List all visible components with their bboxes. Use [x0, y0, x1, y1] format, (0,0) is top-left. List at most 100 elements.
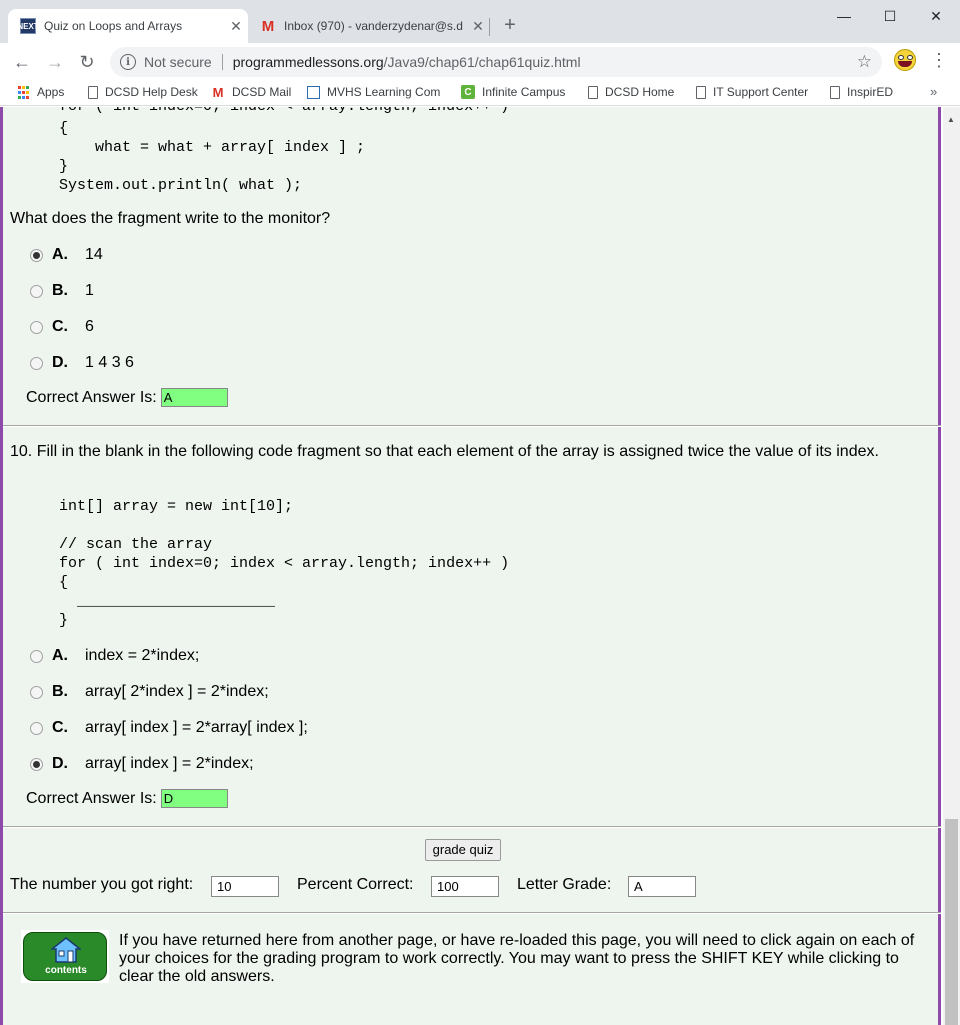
radio-button[interactable] [30, 649, 43, 663]
code-blank: ______________________ [59, 593, 276, 610]
bookmark-label: IT Support Center [713, 85, 809, 99]
back-arrow-icon[interactable]: ← [10, 50, 34, 74]
vertical-scrollbar[interactable]: ▲ [943, 107, 960, 1025]
option-letter: B. [52, 282, 68, 299]
gmail-icon: M [261, 17, 275, 35]
option-text: 1 4 3 6 [85, 354, 134, 371]
page-viewport: for ( int index=0; index < array.length;… [0, 107, 960, 1025]
bookmark-star-icon[interactable]: ☆ [857, 52, 872, 72]
security-label[interactable]: Not secure [144, 54, 212, 70]
letter-grade-field[interactable]: A [628, 876, 696, 897]
code-line: // scan the array [59, 536, 213, 553]
bookmark-dcsd-home[interactable]: DCSD Home [586, 85, 674, 99]
tab-title: Inbox (970) - vanderzydenar@s.d [284, 19, 463, 33]
option-letter: D. [52, 354, 68, 371]
info-icon[interactable]: i [120, 54, 136, 70]
bookmark-label: InspirED [847, 85, 894, 99]
radio-button[interactable] [30, 320, 43, 334]
url-path[interactable]: /Java9/chap61/chap61quiz.html [384, 54, 581, 70]
divider [3, 826, 941, 828]
maximize-button[interactable]: ☐ [867, 4, 913, 28]
option-letter: A. [52, 647, 68, 664]
bookmark-dcsd-mail[interactable]: M DCSD Mail [211, 85, 292, 100]
bookmark-label: DCSD Help Desk [105, 85, 198, 99]
option-letter: B. [52, 683, 68, 700]
code-line: what = what + array[ index ] ; [59, 139, 366, 156]
radio-button[interactable] [30, 685, 43, 699]
radio-button[interactable] [30, 757, 43, 771]
option-text: index = 2*index; [85, 647, 200, 664]
letter-grade-label: Letter Grade: [517, 876, 612, 893]
percent-field[interactable]: 100 [431, 876, 499, 897]
browser-toolbar: ← → ↻ i Not secure programmedlessons.org… [0, 43, 960, 80]
radio-button[interactable] [30, 721, 43, 735]
grade-quiz-button[interactable]: grade quiz [425, 839, 501, 861]
answer-field[interactable]: A [160, 388, 228, 407]
tab-inbox[interactable]: M Inbox (970) - vanderzydenar@s.d ✕ [250, 9, 490, 43]
q10-correct-answer: Correct Answer Is: D [26, 789, 228, 808]
q10-option-b[interactable]: B. array[ 2*index ] = 2*index; [30, 682, 269, 702]
answer-label: Correct Answer Is: [26, 388, 157, 406]
next-favicon-icon: NEXT [17, 18, 39, 34]
bookmark-mvhs-learning[interactable]: MVHS Learning Com [307, 85, 440, 99]
forward-arrow-icon[interactable]: → [43, 50, 67, 74]
page-icon [88, 85, 98, 99]
radio-button[interactable] [30, 248, 43, 262]
right-count-label: The number you got right: [10, 876, 194, 893]
answer-field[interactable]: D [160, 789, 228, 808]
code-line: } [59, 612, 69, 629]
divider [3, 912, 941, 914]
close-icon[interactable]: ✕ [466, 18, 490, 35]
q9-option-b[interactable]: B. 1 [30, 281, 94, 301]
percent-label: Percent Correct: [297, 876, 414, 893]
bookmark-it-support[interactable]: IT Support Center [694, 85, 808, 99]
close-icon[interactable]: ✕ [224, 18, 248, 35]
bookmarks-overflow-button[interactable]: » [930, 84, 937, 99]
q10-option-a[interactable]: A. index = 2*index; [30, 646, 199, 666]
q10-option-d[interactable]: D. array[ index ] = 2*index; [30, 754, 254, 774]
infinite-campus-icon: C [461, 85, 475, 99]
radio-button[interactable] [30, 284, 43, 298]
bookmarks-bar: Apps DCSD Help Desk M DCSD Mail MVHS Lea… [0, 80, 960, 106]
address-bar[interactable]: i Not secure programmedlessons.org/Java9… [110, 47, 882, 77]
option-text: array[ index ] = 2*index; [85, 755, 254, 772]
page-icon [830, 85, 840, 99]
tab-quiz[interactable]: NEXT Quiz on Loops and Arrays ✕ [8, 9, 248, 43]
code-line: } [59, 158, 69, 175]
bookmark-dcsd-help-desk[interactable]: DCSD Help Desk [86, 85, 198, 99]
code-line: { [59, 574, 69, 591]
quiz-content: for ( int index=0; index < array.length;… [0, 107, 941, 1025]
option-letter: C. [52, 719, 68, 736]
option-letter: C. [52, 318, 68, 335]
question-prompt: What does the fragment write to the moni… [10, 210, 331, 227]
bookmark-label: MVHS Learning Com [327, 85, 441, 99]
scrollbar-thumb[interactable] [945, 819, 958, 1025]
close-window-button[interactable]: ✕ [913, 4, 959, 28]
bookmark-label: DCSD Mail [232, 85, 292, 99]
reload-icon[interactable]: ↻ [75, 50, 99, 74]
contents-button[interactable]: contents [21, 930, 109, 983]
bookmark-infinite-campus[interactable]: C Infinite Campus [461, 85, 565, 99]
bookmark-inspired[interactable]: InspirED [828, 85, 893, 99]
q10-option-c[interactable]: C. array[ index ] = 2*array[ index ]; [30, 718, 308, 738]
url-host[interactable]: programmedlessons.org [233, 54, 384, 70]
contents-label: contents [45, 965, 87, 976]
q9-option-c[interactable]: C. 6 [30, 317, 94, 337]
q9-option-d[interactable]: D. 1 4 3 6 [30, 353, 134, 373]
right-count-field[interactable]: 10 [211, 876, 279, 897]
q9-correct-answer: Correct Answer Is: A [26, 388, 228, 407]
profile-avatar-icon[interactable] [894, 49, 916, 71]
scroll-up-arrow-icon[interactable]: ▲ [947, 115, 955, 124]
menu-kebab-icon[interactable]: ⋮ [930, 50, 948, 71]
bookmark-label: Infinite Campus [482, 85, 566, 99]
bookmark-apps[interactable]: Apps [16, 85, 64, 99]
option-text: 6 [85, 318, 94, 335]
radio-button[interactable] [30, 356, 43, 370]
q9-option-a[interactable]: A. 14 [30, 245, 103, 265]
minimize-button[interactable]: — [821, 4, 867, 28]
new-tab-button[interactable]: + [500, 14, 520, 37]
home-icon [51, 937, 81, 963]
option-letter: A. [52, 246, 68, 263]
code-line: for ( int index=0; index < array.length;… [59, 107, 509, 115]
page-icon [696, 85, 706, 99]
